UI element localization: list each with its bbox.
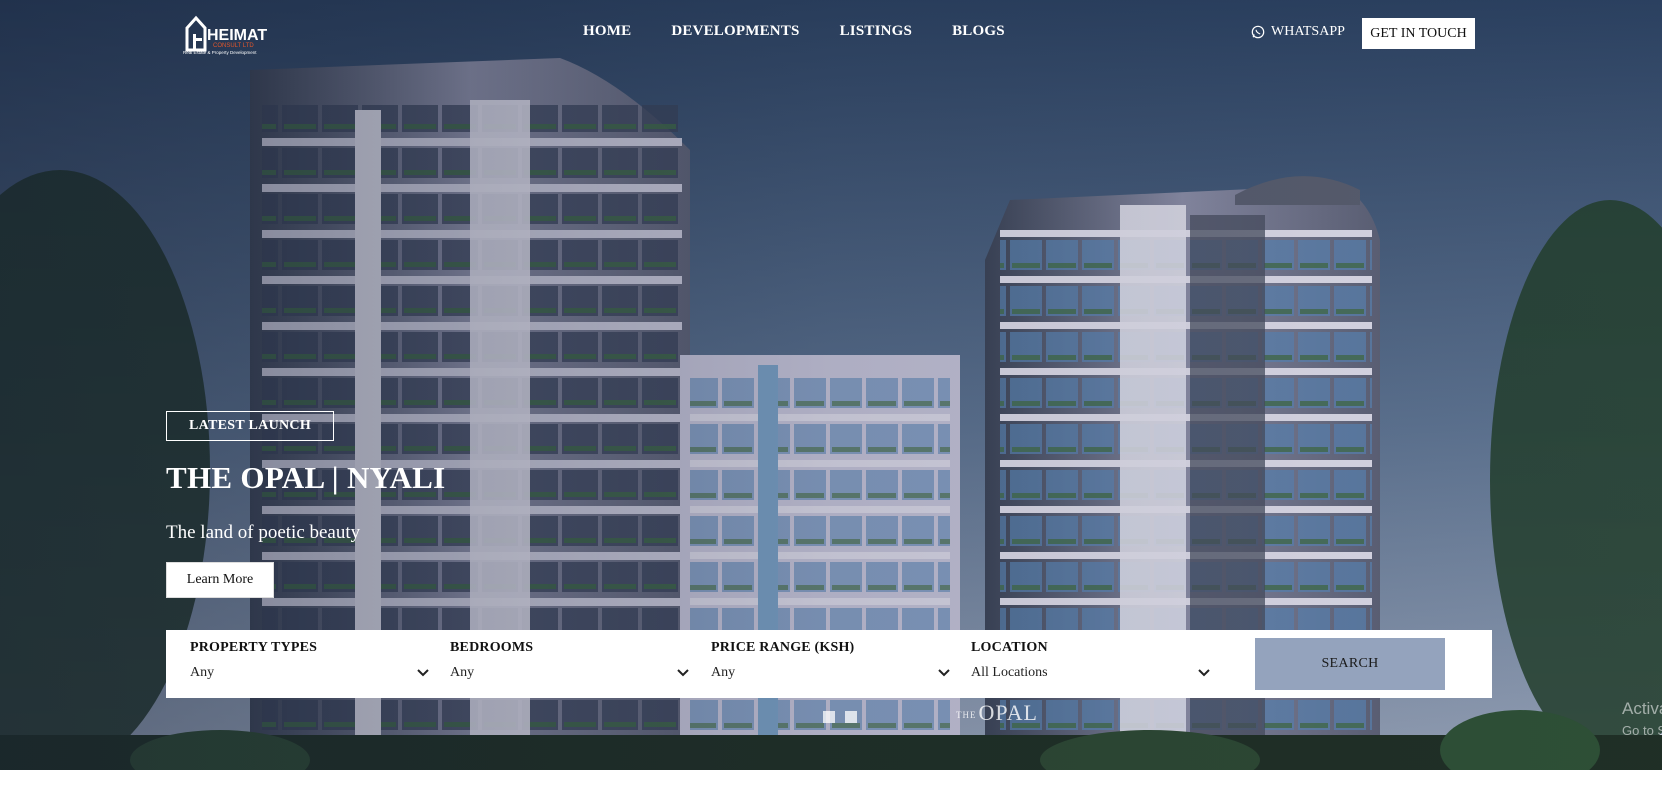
chevron-down-icon bbox=[1198, 669, 1210, 677]
learn-more-button[interactable]: Learn More bbox=[166, 562, 274, 598]
property-types-select[interactable]: Any bbox=[190, 665, 430, 681]
search-button[interactable]: SEARCH bbox=[1255, 638, 1445, 690]
get-in-touch-button[interactable]: GET IN TOUCH bbox=[1362, 18, 1475, 49]
main-nav: HOME DEVELOPMENTS LISTINGS BLOGS bbox=[583, 23, 1005, 40]
opal-sign-prefix: THE bbox=[956, 709, 977, 720]
whatsapp-label: WHATSAPP bbox=[1271, 24, 1345, 39]
brand-logo[interactable]: HEIMAT CONSULT LTD Real Estate & Propert… bbox=[183, 10, 283, 56]
latest-launch-badge: LATEST LAUNCH bbox=[166, 411, 334, 441]
house-logo-icon: HEIMAT CONSULT LTD Real Estate & Propert… bbox=[183, 15, 267, 55]
brand-tagline: Real Estate & Property Development bbox=[183, 50, 257, 55]
brand-sub: CONSULT LTD bbox=[213, 43, 254, 49]
bedrooms-select[interactable]: Any bbox=[450, 665, 690, 681]
brand-name: HEIMAT bbox=[207, 27, 267, 44]
slider-dot-2[interactable] bbox=[845, 711, 857, 723]
location-field: LOCATION All Locations bbox=[971, 640, 1211, 681]
bedrooms-field: BEDROOMS Any bbox=[450, 640, 690, 681]
price-range-value: Any bbox=[711, 665, 736, 680]
whatsapp-link[interactable]: WHATSAPP bbox=[1251, 24, 1345, 40]
nav-item-developments[interactable]: DEVELOPMENTS bbox=[671, 23, 799, 40]
slider-dot-1[interactable] bbox=[823, 711, 835, 723]
chevron-down-icon bbox=[417, 669, 429, 677]
location-select[interactable]: All Locations bbox=[971, 665, 1211, 681]
opal-sign-text: OPAL bbox=[978, 700, 1038, 725]
location-label: LOCATION bbox=[971, 640, 1048, 655]
chevron-down-icon bbox=[677, 669, 689, 677]
price-range-field: PRICE RANGE (KSH) Any bbox=[711, 640, 951, 681]
whatsapp-icon bbox=[1251, 25, 1265, 39]
property-types-value: Any bbox=[190, 665, 215, 680]
watermark-line-2: Go to Se bbox=[1622, 723, 1662, 738]
bedrooms-label: BEDROOMS bbox=[450, 640, 534, 655]
hero-title: THE OPAL | NYALI bbox=[166, 460, 446, 495]
nav-item-listings[interactable]: LISTINGS bbox=[840, 23, 912, 40]
nav-item-home[interactable]: HOME bbox=[583, 23, 631, 40]
price-range-label: PRICE RANGE (KSH) bbox=[711, 640, 855, 655]
chevron-down-icon bbox=[938, 669, 950, 677]
property-types-field: PROPERTY TYPES Any bbox=[190, 640, 430, 681]
property-search-bar: PROPERTY TYPES Any BEDROOMS Any PRICE RA… bbox=[166, 630, 1492, 698]
hero-subtitle: The land of poetic beauty bbox=[166, 522, 361, 543]
nav-item-blogs[interactable]: BLOGS bbox=[952, 23, 1005, 40]
os-activation-watermark: Activat Go to Se bbox=[1622, 698, 1662, 742]
slider-dots bbox=[823, 711, 857, 723]
opal-building-sign: THEOPAL bbox=[956, 700, 1038, 726]
price-range-select[interactable]: Any bbox=[711, 665, 951, 681]
property-types-label: PROPERTY TYPES bbox=[190, 640, 318, 655]
watermark-line-1: Activat bbox=[1622, 699, 1662, 718]
bedrooms-value: Any bbox=[450, 665, 475, 680]
location-value: All Locations bbox=[971, 665, 1048, 680]
